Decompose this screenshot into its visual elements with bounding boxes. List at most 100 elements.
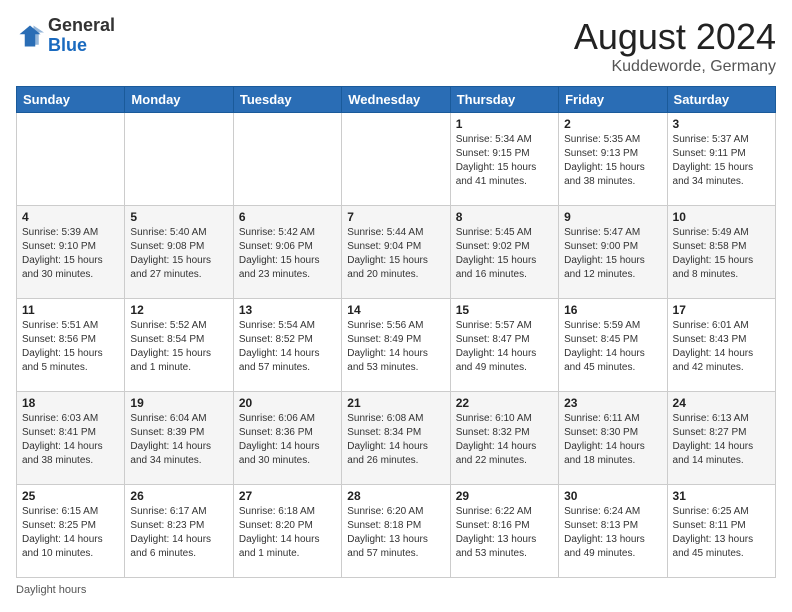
day-number: 17 — [673, 303, 770, 317]
calendar-cell: 15 Sunrise: 5:57 AM Sunset: 8:47 PM Dayli… — [450, 299, 558, 392]
day-info: Sunrise: 6:08 AM Sunset: 8:34 PM Dayligh… — [347, 412, 444, 468]
day-info: Sunrise: 5:44 AM Sunset: 9:04 PM Dayligh… — [347, 226, 444, 282]
day-info: Sunrise: 6:13 AM Sunset: 8:27 PM Dayligh… — [673, 412, 770, 468]
day-number: 1 — [456, 117, 553, 131]
week-row-4: 25 Sunrise: 6:15 AM Sunset: 8:25 PM Dayli… — [17, 485, 776, 578]
calendar-cell: 26 Sunrise: 6:17 AM Sunset: 8:23 PM Dayli… — [125, 485, 233, 578]
day-header-monday: Monday — [125, 87, 233, 113]
day-info: Sunrise: 5:40 AM Sunset: 9:08 PM Dayligh… — [130, 226, 227, 282]
day-number: 12 — [130, 303, 227, 317]
day-number: 7 — [347, 210, 444, 224]
calendar-cell: 16Sunrise: 5:59 AM Sunset: 8:45 PM Dayli… — [559, 299, 667, 392]
day-number: 10 — [673, 210, 770, 224]
day-info: Sunrise: 6:18 AM Sunset: 8:20 PM Dayligh… — [239, 505, 336, 561]
day-number: 5 — [130, 210, 227, 224]
calendar-cell: 27 Sunrise: 6:18 AM Sunset: 8:20 PM Dayli… — [233, 485, 341, 578]
day-number: 4 — [22, 210, 119, 224]
logo: General Blue — [16, 16, 115, 56]
calendar-cell: 23Sunrise: 6:11 AM Sunset: 8:30 PM Dayli… — [559, 392, 667, 485]
day-info: Sunrise: 5:56 AM Sunset: 8:49 PM Dayligh… — [347, 319, 444, 375]
calendar-cell — [233, 113, 341, 206]
calendar-cell: 1 Sunrise: 5:34 AM Sunset: 9:15 PM Daylig… — [450, 113, 558, 206]
calendar-cell: 4 Sunrise: 5:39 AM Sunset: 9:10 PM Daylig… — [17, 206, 125, 299]
day-info: Sunrise: 6:10 AM Sunset: 8:32 PM Dayligh… — [456, 412, 553, 468]
day-number: 8 — [456, 210, 553, 224]
day-info: Sunrise: 6:17 AM Sunset: 8:23 PM Dayligh… — [130, 505, 227, 561]
calendar-cell: 24 Sunrise: 6:13 AM Sunset: 8:27 PM Dayli… — [667, 392, 775, 485]
calendar-cell: 29Sunrise: 6:22 AM Sunset: 8:16 PM Dayli… — [450, 485, 558, 578]
week-row-1: 4 Sunrise: 5:39 AM Sunset: 9:10 PM Daylig… — [17, 206, 776, 299]
day-info: Sunrise: 5:45 AM Sunset: 9:02 PM Dayligh… — [456, 226, 553, 282]
logo-icon — [16, 22, 44, 50]
calendar-cell: 13 Sunrise: 5:54 AM Sunset: 8:52 PM Dayli… — [233, 299, 341, 392]
day-info: Sunrise: 5:49 AM Sunset: 8:58 PM Dayligh… — [673, 226, 770, 282]
day-info: Sunrise: 5:57 AM Sunset: 8:47 PM Dayligh… — [456, 319, 553, 375]
calendar-cell: 11Sunrise: 5:51 AM Sunset: 8:56 PM Dayli… — [17, 299, 125, 392]
day-number: 18 — [22, 396, 119, 410]
logo-blue-text: Blue — [48, 35, 87, 55]
day-info: Sunrise: 6:25 AM Sunset: 8:11 PM Dayligh… — [673, 505, 770, 561]
day-number: 27 — [239, 489, 336, 503]
calendar-cell — [125, 113, 233, 206]
week-row-0: 1 Sunrise: 5:34 AM Sunset: 9:15 PM Daylig… — [17, 113, 776, 206]
day-number: 20 — [239, 396, 336, 410]
title-block: August 2024 Kuddeworde, Germany — [574, 16, 776, 76]
day-number: 9 — [564, 210, 661, 224]
day-info: Sunrise: 6:22 AM Sunset: 8:16 PM Dayligh… — [456, 505, 553, 561]
week-row-2: 11Sunrise: 5:51 AM Sunset: 8:56 PM Dayli… — [17, 299, 776, 392]
header: General Blue August 2024 Kuddeworde, Ger… — [16, 16, 776, 76]
day-info: Sunrise: 6:24 AM Sunset: 8:13 PM Dayligh… — [564, 505, 661, 561]
day-info: Sunrise: 5:54 AM Sunset: 8:52 PM Dayligh… — [239, 319, 336, 375]
day-number: 16 — [564, 303, 661, 317]
calendar-cell: 9Sunrise: 5:47 AM Sunset: 9:00 PM Daylig… — [559, 206, 667, 299]
day-header-saturday: Saturday — [667, 87, 775, 113]
day-number: 24 — [673, 396, 770, 410]
day-info: Sunrise: 6:06 AM Sunset: 8:36 PM Dayligh… — [239, 412, 336, 468]
day-info: Sunrise: 5:34 AM Sunset: 9:15 PM Dayligh… — [456, 133, 553, 189]
day-info: Sunrise: 6:03 AM Sunset: 8:41 PM Dayligh… — [22, 412, 119, 468]
day-number: 31 — [673, 489, 770, 503]
day-number: 21 — [347, 396, 444, 410]
day-info: Sunrise: 6:01 AM Sunset: 8:43 PM Dayligh… — [673, 319, 770, 375]
calendar-cell: 5 Sunrise: 5:40 AM Sunset: 9:08 PM Daylig… — [125, 206, 233, 299]
day-header-sunday: Sunday — [17, 87, 125, 113]
day-info: Sunrise: 5:39 AM Sunset: 9:10 PM Dayligh… — [22, 226, 119, 282]
day-info: Sunrise: 6:15 AM Sunset: 8:25 PM Dayligh… — [22, 505, 119, 561]
day-number: 13 — [239, 303, 336, 317]
calendar: SundayMondayTuesdayWednesdayThursdayFrid… — [16, 86, 776, 578]
day-info: Sunrise: 5:51 AM Sunset: 8:56 PM Dayligh… — [22, 319, 119, 375]
calendar-cell: 28Sunrise: 6:20 AM Sunset: 8:18 PM Dayli… — [342, 485, 450, 578]
day-info: Sunrise: 6:11 AM Sunset: 8:30 PM Dayligh… — [564, 412, 661, 468]
day-number: 30 — [564, 489, 661, 503]
calendar-cell: 18 Sunrise: 6:03 AM Sunset: 8:41 PM Dayli… — [17, 392, 125, 485]
day-header-tuesday: Tuesday — [233, 87, 341, 113]
day-number: 22 — [456, 396, 553, 410]
day-header-wednesday: Wednesday — [342, 87, 450, 113]
calendar-cell: 30 Sunrise: 6:24 AM Sunset: 8:13 PM Dayli… — [559, 485, 667, 578]
calendar-cell — [17, 113, 125, 206]
calendar-header: SundayMondayTuesdayWednesdayThursdayFrid… — [17, 87, 776, 113]
day-number: 25 — [22, 489, 119, 503]
day-number: 28 — [347, 489, 444, 503]
logo-text: General Blue — [48, 16, 115, 56]
day-number: 26 — [130, 489, 227, 503]
calendar-cell: 8 Sunrise: 5:45 AM Sunset: 9:02 PM Daylig… — [450, 206, 558, 299]
calendar-cell: 17 Sunrise: 6:01 AM Sunset: 8:43 PM Dayli… — [667, 299, 775, 392]
calendar-cell: 25 Sunrise: 6:15 AM Sunset: 8:25 PM Dayli… — [17, 485, 125, 578]
calendar-cell: 20 Sunrise: 6:06 AM Sunset: 8:36 PM Dayli… — [233, 392, 341, 485]
page: General Blue August 2024 Kuddeworde, Ger… — [0, 0, 792, 612]
calendar-cell: 6Sunrise: 5:42 AM Sunset: 9:06 PM Daylig… — [233, 206, 341, 299]
day-info: Sunrise: 5:37 AM Sunset: 9:11 PM Dayligh… — [673, 133, 770, 189]
header-row: SundayMondayTuesdayWednesdayThursdayFrid… — [17, 87, 776, 113]
day-header-thursday: Thursday — [450, 87, 558, 113]
calendar-cell: 7 Sunrise: 5:44 AM Sunset: 9:04 PM Daylig… — [342, 206, 450, 299]
day-info: Sunrise: 5:35 AM Sunset: 9:13 PM Dayligh… — [564, 133, 661, 189]
day-header-friday: Friday — [559, 87, 667, 113]
logo-general-text: General — [48, 15, 115, 35]
day-number: 19 — [130, 396, 227, 410]
daylight-label: Daylight hours — [16, 584, 86, 596]
day-info: Sunrise: 5:42 AM Sunset: 9:06 PM Dayligh… — [239, 226, 336, 282]
day-info: Sunrise: 6:04 AM Sunset: 8:39 PM Dayligh… — [130, 412, 227, 468]
day-number: 14 — [347, 303, 444, 317]
day-number: 15 — [456, 303, 553, 317]
